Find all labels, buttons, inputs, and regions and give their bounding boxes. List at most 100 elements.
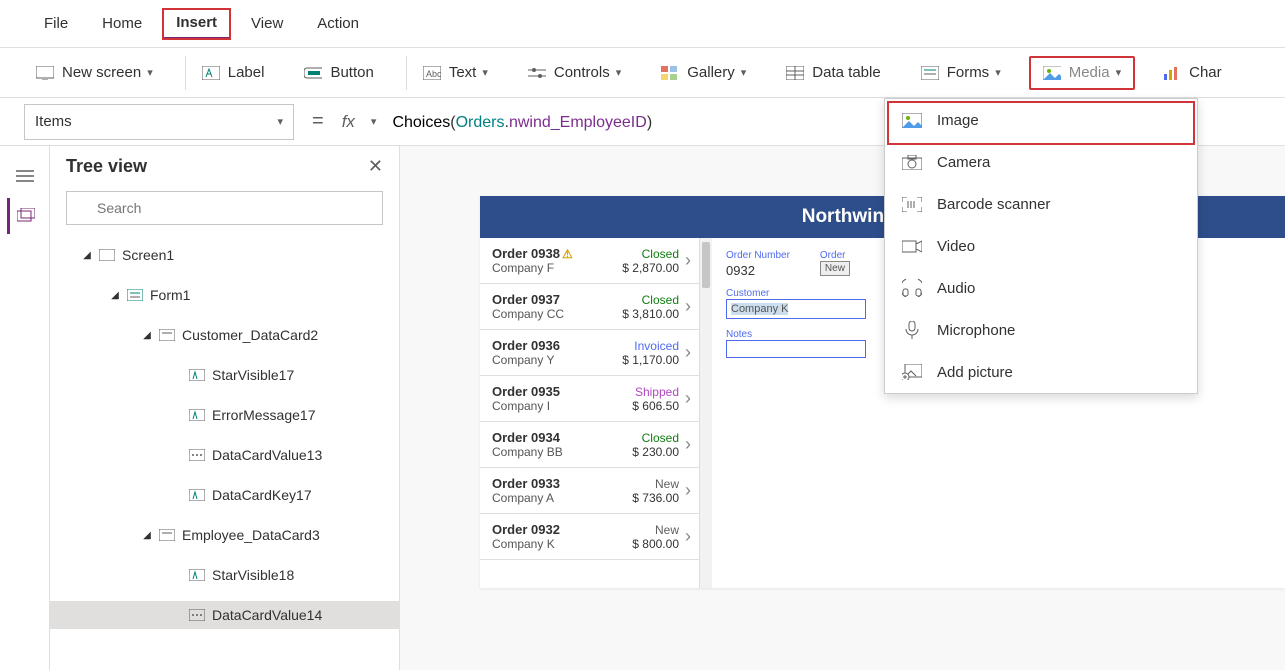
chevron-down-icon: ▾: [995, 66, 1001, 79]
order-item[interactable]: Order 0938⚠Company FClosed$ 2,870.00›: [480, 238, 699, 284]
gallery-icon: [661, 64, 679, 82]
tree-view: ◢Screen1 ◢Form1 ◢Customer_DataCard2 Star…: [50, 235, 399, 635]
order-amount: $ 606.50: [632, 399, 679, 413]
search-input[interactable]: [66, 191, 383, 225]
order-item[interactable]: Order 0935Company IShipped$ 606.50›: [480, 376, 699, 422]
scrollbar-thumb[interactable]: [702, 242, 710, 288]
tree-node-datacardkey17[interactable]: DataCardKey17: [50, 481, 399, 509]
expander-icon[interactable]: ◢: [140, 330, 154, 341]
ribbon: New screen ▾ Label Button Abc Text ▾ Con…: [0, 48, 1285, 98]
expander-icon[interactable]: ◢: [140, 530, 154, 541]
formula-input[interactable]: Choices(Orders.nwind_EmployeeID): [392, 112, 652, 132]
text-button[interactable]: Abc Text ▾: [411, 58, 500, 88]
tree-node-starvisible17[interactable]: StarVisible17: [50, 361, 399, 389]
label-icon: [202, 64, 220, 82]
chevron-down-icon: ▾: [616, 66, 622, 79]
media-item-add-picture[interactable]: Add picture: [885, 351, 1197, 393]
order-company: Company BB: [492, 445, 632, 459]
insert-menu[interactable]: Insert: [162, 8, 231, 40]
order-status: Invoiced: [622, 339, 679, 353]
barcode-icon: [901, 195, 923, 213]
media-item-camera[interactable]: Camera: [885, 141, 1197, 183]
screen-icon: [36, 64, 54, 82]
view-menu[interactable]: View: [237, 9, 297, 38]
form-icon: [126, 288, 144, 302]
chevron-right-icon: ›: [685, 480, 691, 501]
customer-input[interactable]: Company K: [726, 299, 866, 319]
file-menu[interactable]: File: [30, 9, 82, 38]
order-number-value: 0932: [726, 263, 790, 278]
notes-input[interactable]: [726, 340, 866, 358]
forms-button[interactable]: Forms ▾: [909, 58, 1013, 88]
order-gallery[interactable]: Order 0938⚠Company FClosed$ 2,870.00›Ord…: [480, 238, 700, 588]
chevron-down-icon[interactable]: ▾: [371, 115, 377, 128]
formula-type: Orders: [456, 114, 505, 131]
tree-node-customer-datacard[interactable]: ◢Customer_DataCard2: [50, 321, 399, 349]
media-dropdown: Image Camera Barcode scanner Video Audio…: [884, 98, 1198, 394]
gallery-button[interactable]: Gallery ▾: [649, 58, 758, 88]
property-name: Items: [35, 113, 72, 130]
tree-node-datacardvalue14[interactable]: DataCardValue14: [50, 601, 399, 629]
order-item[interactable]: Order 0934Company BBClosed$ 230.00›: [480, 422, 699, 468]
data-table-label: Data table: [812, 64, 880, 81]
tree-node-screen1[interactable]: ◢Screen1: [50, 241, 399, 269]
text-label: Text: [449, 64, 477, 81]
order-item[interactable]: Order 0937Company CCClosed$ 3,810.00›: [480, 284, 699, 330]
video-icon: [901, 237, 923, 255]
order-id: Order 0933: [492, 476, 632, 491]
order-amount: $ 1,170.00: [622, 353, 679, 367]
tree-node-employee-datacard[interactable]: ◢Employee_DataCard3: [50, 521, 399, 549]
expander-icon[interactable]: ◢: [108, 290, 122, 301]
data-table-button[interactable]: Data table: [774, 58, 892, 88]
label-icon: [188, 568, 206, 582]
media-item-video[interactable]: Video: [885, 225, 1197, 267]
label-button[interactable]: Label: [190, 58, 277, 88]
home-menu[interactable]: Home: [88, 9, 156, 38]
order-company: Company I: [492, 399, 632, 413]
label-icon: [188, 368, 206, 382]
media-item-audio[interactable]: Audio: [885, 267, 1197, 309]
button-label: Button: [330, 64, 373, 81]
image-icon: [901, 111, 923, 129]
warning-icon: ⚠: [562, 247, 573, 261]
scrollbar[interactable]: [700, 238, 712, 588]
order-status: New: [632, 523, 679, 537]
order-id: Order 0935: [492, 384, 632, 399]
hamburger-icon[interactable]: [7, 158, 43, 194]
status-tag[interactable]: New: [820, 261, 850, 276]
order-item[interactable]: Order 0933Company ANew$ 736.00›: [480, 468, 699, 514]
action-menu[interactable]: Action: [303, 9, 373, 38]
expander-icon[interactable]: ◢: [80, 250, 94, 261]
left-rail: [0, 146, 50, 670]
order-id: Order 0934: [492, 430, 632, 445]
button-button[interactable]: Button: [292, 58, 385, 88]
order-item[interactable]: Order 0936Company YInvoiced$ 1,170.00›: [480, 330, 699, 376]
chevron-right-icon: ›: [685, 526, 691, 547]
media-button[interactable]: Media ▾: [1029, 56, 1135, 90]
order-id: Order 0938⚠: [492, 246, 622, 261]
media-item-barcode[interactable]: Barcode scanner: [885, 183, 1197, 225]
tree-node-form1[interactable]: ◢Form1: [50, 281, 399, 309]
controls-button[interactable]: Controls ▾: [516, 58, 633, 88]
media-item-microphone[interactable]: Microphone: [885, 309, 1197, 351]
property-selector[interactable]: Items ▾: [24, 104, 294, 140]
tree-node-datacardvalue13[interactable]: DataCardValue13: [50, 441, 399, 469]
data-table-icon: [786, 64, 804, 82]
text-icon: Abc: [423, 64, 441, 82]
controls-icon: [528, 64, 546, 82]
tree-node-starvisible18[interactable]: StarVisible18: [50, 561, 399, 589]
order-id: Order 0937: [492, 292, 622, 307]
close-icon[interactable]: ✕: [368, 156, 383, 177]
tree-view-rail-button[interactable]: [7, 198, 43, 234]
controls-label: Controls: [554, 64, 610, 81]
order-company: Company K: [492, 537, 632, 551]
datacard-icon: [158, 528, 176, 542]
media-icon: [1043, 64, 1061, 82]
media-item-image[interactable]: Image: [885, 99, 1197, 141]
new-screen-button[interactable]: New screen ▾: [24, 58, 165, 88]
button-icon: [304, 64, 322, 82]
order-amount: $ 800.00: [632, 537, 679, 551]
order-item[interactable]: Order 0932Company KNew$ 800.00›: [480, 514, 699, 560]
tree-node-errormessage17[interactable]: ErrorMessage17: [50, 401, 399, 429]
charts-button[interactable]: Char: [1151, 58, 1234, 88]
